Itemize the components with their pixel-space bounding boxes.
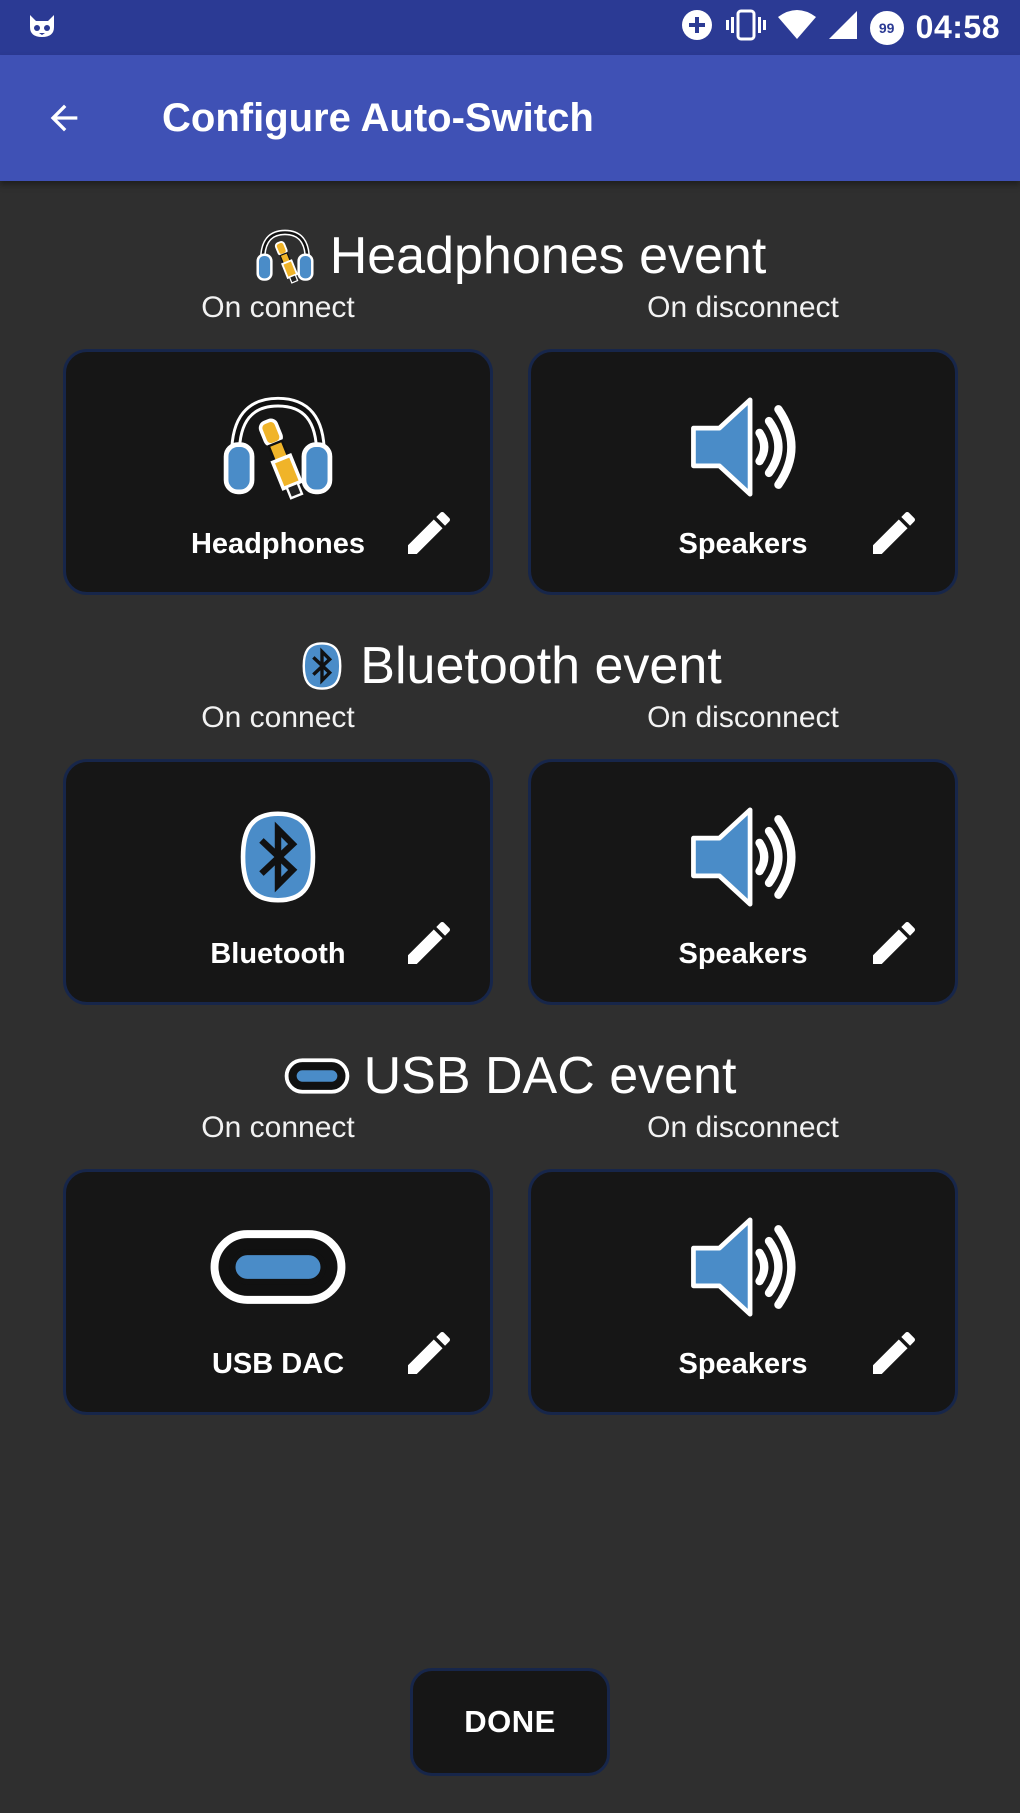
pencil-icon	[401, 915, 457, 971]
done-button[interactable]: DONE	[410, 1668, 610, 1776]
headphones-connect-card[interactable]: Headphones	[63, 349, 493, 595]
pencil-icon	[866, 1325, 922, 1381]
on-connect-label: On connect	[201, 701, 355, 734]
speaker-icon	[684, 388, 802, 506]
vibrate-icon	[725, 8, 766, 47]
on-disconnect-label: On disconnect	[647, 701, 839, 734]
edit-button[interactable]	[398, 912, 460, 974]
section-header: Headphones event	[0, 221, 1020, 291]
bluetooth-icon	[298, 635, 346, 697]
section-header: Bluetooth event	[0, 631, 1020, 701]
arrow-back-icon	[50, 104, 78, 132]
pencil-icon	[866, 505, 922, 561]
usb-dac-connect-card[interactable]: USB DAC	[63, 1169, 493, 1415]
edit-button[interactable]	[863, 502, 925, 564]
cell-signal-icon	[828, 10, 858, 45]
status-bar: 99 04:58	[0, 0, 1020, 55]
wifi-icon	[777, 10, 816, 45]
headphones-icon	[219, 388, 337, 506]
usb-c-icon	[210, 1227, 346, 1307]
headphones-icon	[254, 225, 316, 287]
edit-button[interactable]	[398, 502, 460, 564]
battery-saver-badge: 99	[869, 10, 904, 45]
back-button[interactable]	[24, 78, 104, 158]
bluetooth-icon	[232, 798, 324, 916]
data-saver-icon	[680, 8, 714, 47]
bluetooth-connect-card[interactable]: Bluetooth	[63, 759, 493, 1005]
section-title: Headphones event	[329, 227, 767, 285]
on-connect-label: On connect	[201, 291, 355, 324]
pencil-icon	[401, 505, 457, 561]
notification-app-icon	[26, 11, 58, 44]
headphones-section: Headphones event On connect On disconnec…	[0, 221, 1020, 599]
status-time: 04:58	[915, 9, 1000, 45]
pencil-icon	[401, 1325, 457, 1381]
on-disconnect-label: On disconnect	[647, 1111, 839, 1144]
usb-dac-disconnect-card[interactable]: Speakers	[528, 1169, 958, 1415]
on-disconnect-label: On disconnect	[647, 291, 839, 324]
usb-dac-section: USB DAC event On connect On disconnect U…	[0, 1041, 1020, 1419]
section-header: USB DAC event	[0, 1041, 1020, 1111]
speaker-icon	[684, 798, 802, 916]
bluetooth-disconnect-card[interactable]: Speakers	[528, 759, 958, 1005]
section-title: USB DAC event	[363, 1047, 737, 1105]
section-title: Bluetooth event	[360, 637, 722, 695]
usb-c-icon	[284, 1057, 350, 1095]
page-title: Configure Auto-Switch	[162, 95, 594, 140]
edit-button[interactable]	[863, 912, 925, 974]
on-connect-label: On connect	[201, 1111, 355, 1144]
bluetooth-section: Bluetooth event On connect On disconnect…	[0, 631, 1020, 1009]
pencil-icon	[866, 915, 922, 971]
speaker-icon	[684, 1208, 802, 1326]
edit-button[interactable]	[398, 1322, 460, 1384]
edit-button[interactable]	[863, 1322, 925, 1384]
app-bar: Configure Auto-Switch	[0, 55, 1020, 181]
headphones-disconnect-card[interactable]: Speakers	[528, 349, 958, 595]
